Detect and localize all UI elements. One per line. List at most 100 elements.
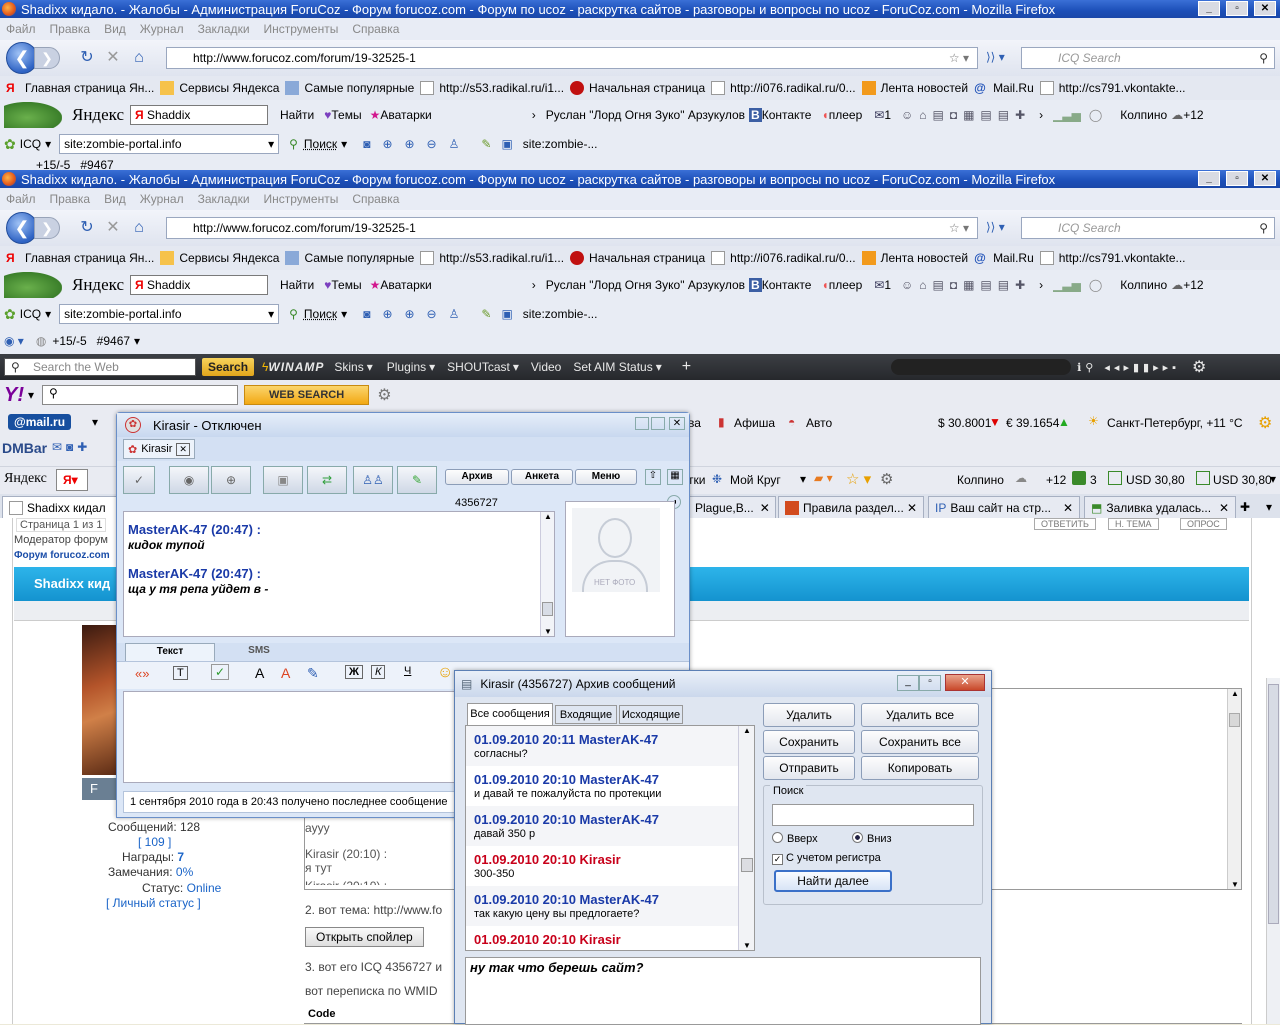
yandex-find-button[interactable]: Найти xyxy=(280,108,314,122)
chevron-right-icon-2[interactable]: › xyxy=(1039,108,1043,122)
chat-maximize-button[interactable] xyxy=(651,417,665,430)
archive-scroll-thumb[interactable] xyxy=(741,858,753,872)
menu-file[interactable]: Файл xyxy=(6,22,36,36)
yahoo-search-input[interactable]: ⚲ xyxy=(42,385,239,405)
menu-edit-2[interactable]: Правка xyxy=(50,192,91,206)
add-icon[interactable]: + xyxy=(682,358,691,376)
bookmark-2-3[interactable]: Самые популярные xyxy=(285,251,414,265)
bookmark-4[interactable]: http://s53.radikal.ru/i1... xyxy=(420,81,564,95)
quote-icon[interactable]: «» xyxy=(135,666,149,681)
bookmark-2-5[interactable]: Начальная страница xyxy=(570,251,705,265)
tab-close-icon-2[interactable]: ✕ xyxy=(907,501,917,515)
tab-upload[interactable]: ⬒ Заливка удалась... ✕ xyxy=(1084,496,1236,518)
stop-icon-2[interactable]: ✕ xyxy=(104,219,122,237)
copy-button[interactable]: Копировать xyxy=(861,756,979,780)
mailru-gear-icon[interactable]: ⚙ xyxy=(1258,413,1272,433)
message-input[interactable] xyxy=(123,691,463,783)
favorite-star-icon[interactable]: ☆ ▾ xyxy=(846,470,871,488)
vk-link-2[interactable]: Контакте xyxy=(762,278,812,292)
status-icon[interactable]: ✓ xyxy=(123,466,155,494)
url-field-2[interactable]: http://www.forucoz.com/forum/19-32525-1 ☆… xyxy=(166,217,978,239)
delete-all-button[interactable]: Удалить все xyxy=(861,703,979,727)
highlight-icon[interactable]: ✎ xyxy=(481,137,491,151)
archive-minimize-button[interactable]: _ xyxy=(897,675,919,691)
krug-link[interactable]: Мой Круг xyxy=(730,473,781,487)
menu-history-2[interactable]: Журнал xyxy=(140,192,184,206)
addon-icon[interactable]: ⟩⟩ ▾ xyxy=(986,50,1005,64)
text-tab[interactable]: Текст xyxy=(125,643,215,661)
yandex-search-input-2[interactable]: Shaddix xyxy=(130,275,269,295)
menu-view[interactable]: Вид xyxy=(104,22,126,36)
save-all-button[interactable]: Сохранить все xyxy=(861,730,979,754)
archive-item[interactable]: 01.09.2010 20:10 MasterAK-47 так какую це… xyxy=(466,886,754,926)
chat-tab-close[interactable]: ✕ xyxy=(176,442,190,456)
menu-file-2[interactable]: Файл xyxy=(6,192,36,206)
highlight-pen-icon[interactable]: ✎ xyxy=(307,665,319,682)
archive-close-button[interactable]: ✕ xyxy=(945,674,985,691)
plugins-menu[interactable]: Plugins xyxy=(387,360,426,374)
find-icon-2[interactable]: ▣ xyxy=(501,307,512,321)
menu-tools[interactable]: Инструменты xyxy=(264,22,339,36)
aol-search-button[interactable]: Search xyxy=(202,358,255,376)
sms-tab[interactable]: SMS xyxy=(217,643,301,661)
reload-icon-2[interactable]: ↻ xyxy=(78,219,96,237)
maximize-button[interactable]: ▫ xyxy=(1226,1,1248,16)
close-button-2[interactable]: ✕ xyxy=(1254,171,1276,186)
web-search-button[interactable]: WEB SEARCH xyxy=(244,385,370,405)
forward-button-2[interactable]: ❯ xyxy=(34,217,60,239)
highlight-icon-2[interactable]: ✎ xyxy=(481,307,491,321)
bold-button[interactable]: Ж xyxy=(345,665,363,679)
poll-button[interactable]: ОПРОС xyxy=(1180,518,1227,530)
bookmark-9[interactable]: http://cs791.vkontakte... xyxy=(1039,81,1186,95)
page-scroll-thumb[interactable] xyxy=(1268,684,1279,924)
tab-rules[interactable]: Правила раздел... ✕ xyxy=(778,496,924,518)
icq-search-button[interactable]: Поиск xyxy=(304,137,337,151)
skins-menu[interactable]: Skins xyxy=(334,360,363,374)
translit-icon[interactable]: T xyxy=(173,666,188,680)
chat-scroll-thumb[interactable] xyxy=(542,602,553,616)
themes-button-2[interactable]: Темы xyxy=(331,278,361,292)
font-icon[interactable]: A xyxy=(255,665,264,681)
bookmark-8[interactable]: @ Mail.Ru xyxy=(974,81,1034,95)
scroll-up-icon[interactable]: ▲ xyxy=(1231,689,1239,698)
chevron-right-icon-3[interactable]: › xyxy=(532,278,536,292)
menu-view-2[interactable]: Вид xyxy=(104,192,126,206)
case-checkbox[interactable]: ✓ С учетом регистра xyxy=(772,852,881,865)
toolbar-icons-2[interactable]: ☺⌂▤◘▦▤▤✚ xyxy=(901,278,1031,292)
profile-button[interactable]: Анкета xyxy=(511,469,573,485)
shoutcast-menu[interactable]: SHOUTcast xyxy=(447,360,510,374)
menu-tools-2[interactable]: Инструменты xyxy=(264,192,339,206)
spellcheck-icon[interactable]: ✓ xyxy=(211,664,230,680)
tab-plague[interactable]: Plague,B... ✕ xyxy=(688,496,776,518)
weather-city-2[interactable]: Колпино xyxy=(1120,278,1167,292)
maximize-button-2[interactable]: ▫ xyxy=(1226,171,1248,186)
archive-item[interactable]: 01.09.2010 20:10 Kirasir 300-350 xyxy=(466,846,754,886)
delete-button[interactable]: Удалить xyxy=(763,703,855,727)
menu-bookmarks[interactable]: Закладки xyxy=(198,22,250,36)
chevron-right-icon[interactable]: › xyxy=(532,108,536,122)
yandex-find-button-2[interactable]: Найти xyxy=(280,278,314,292)
grid-icon[interactable]: ▦ xyxy=(667,469,683,485)
transfer-icon[interactable]: ⇄ xyxy=(307,466,347,494)
bookmark-7[interactable]: Лента новостей xyxy=(861,81,968,95)
globe-icon-chat[interactable]: ⊕ xyxy=(211,466,251,494)
minimize-button[interactable]: _ xyxy=(1198,1,1220,16)
menu-edit[interactable]: Правка xyxy=(50,22,91,36)
archive-item[interactable]: 01.09.2010 20:10 MasterAK-47 давай 350 р xyxy=(466,806,754,846)
scroll-down-icon[interactable]: ▼ xyxy=(1231,880,1239,889)
video-menu[interactable]: Video xyxy=(531,360,561,374)
reply-button[interactable]: ОТВЕТИТЬ xyxy=(1034,518,1096,530)
bookmark-2-4[interactable]: http://s53.radikal.ru/i1... xyxy=(420,251,564,265)
tab-your-site[interactable]: IP Ваш сайт на стр... ✕ xyxy=(928,496,1080,518)
chevron-right-icon-4[interactable]: › xyxy=(1039,278,1043,292)
menu-help[interactable]: Справка xyxy=(352,22,399,36)
tab-shadixx[interactable]: Shadixx кидал xyxy=(2,496,118,518)
auto-link[interactable]: Авто xyxy=(806,416,832,430)
close-button[interactable]: ✕ xyxy=(1254,1,1276,16)
yahoo-gear-icon[interactable]: ⚙ xyxy=(377,385,391,405)
italic-button[interactable]: К xyxy=(371,665,386,679)
tab-list-icon[interactable]: ▾ xyxy=(1266,500,1272,514)
new-topic-button[interactable]: Н. ТЕМА xyxy=(1108,518,1159,530)
save-button[interactable]: Сохранить xyxy=(763,730,855,754)
tab-incoming[interactable]: Входящие xyxy=(555,705,617,724)
